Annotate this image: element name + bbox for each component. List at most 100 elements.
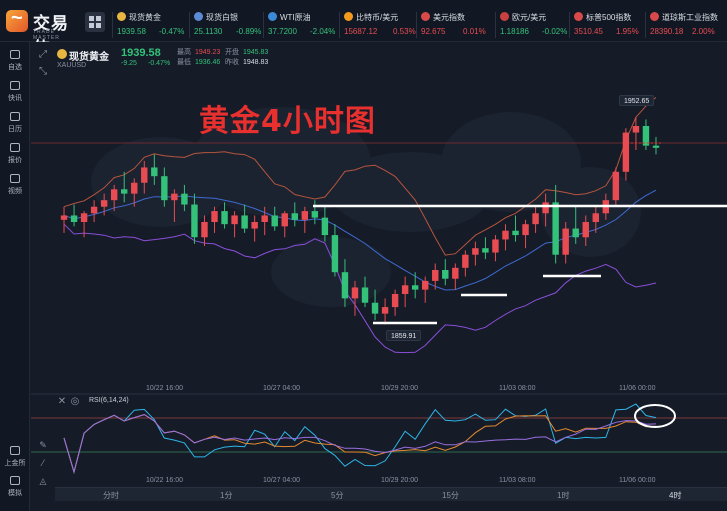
quote-name: 比特币/美元 (356, 13, 399, 22)
timeframe-option[interactable]: 15分 (442, 490, 459, 501)
sidebar-item[interactable]: 视频 (0, 174, 30, 202)
candle-body (652, 145, 660, 148)
sidebar-item[interactable]: 快讯 (0, 81, 30, 109)
quote-change: 0.53% (393, 27, 416, 36)
candle-body (261, 215, 268, 222)
x-tick-5: 11/06 00:00 (619, 385, 656, 392)
sidebar-item[interactable]: 日历 (0, 112, 30, 140)
candle-body (411, 285, 419, 290)
sidebar-bottom-item[interactable]: 上金所 (0, 446, 30, 474)
symbol-price: 1939.58 (121, 47, 161, 59)
brand-subtitle: TRADE MASTER (33, 29, 60, 41)
price-chart-svg[interactable] (31, 42, 727, 511)
expand-icon[interactable]: ⤡ (37, 66, 49, 78)
quote-name: 美元指数 (433, 13, 465, 22)
candle-body (562, 228, 569, 255)
logo-mark-icon (6, 7, 28, 32)
apps-grid-button[interactable] (85, 12, 105, 32)
quote-price: 1.18186 (500, 27, 529, 36)
quote-change: 2.00% (692, 27, 715, 36)
quote-price: 37.7200 (268, 27, 297, 36)
app-logo[interactable]: 交易侠 TRADE MASTER (6, 7, 78, 58)
candle-body (432, 270, 439, 281)
sidebar-item-label: 模拟 (8, 490, 22, 497)
candle-body (121, 189, 128, 194)
candle-body (492, 239, 499, 253)
candle-body (141, 167, 148, 183)
candle-body (622, 132, 630, 172)
quote-flag-icon (574, 12, 583, 21)
left-sidebar: 自选快讯日历报价视频上金所模拟 (0, 42, 30, 511)
top-header: 交易侠 TRADE MASTER 现货黄金 1939.58 -0.47% 现货白银 25… (0, 0, 727, 58)
timeframe-option[interactable]: 1时 (557, 490, 569, 501)
rsi-x-tick-2: 10/27 04:00 (263, 477, 300, 484)
quote-separator (645, 12, 646, 38)
line-tool-icon[interactable]: ⁄ (37, 458, 49, 470)
candle-body (381, 307, 389, 314)
grid-icon-cell (89, 23, 94, 28)
quote-change: -0.02% (542, 27, 568, 36)
candle-body (542, 202, 549, 214)
candle-body (100, 200, 108, 207)
quote-separator (263, 12, 264, 38)
quote-change: -0.47% (159, 27, 185, 36)
candle-body (301, 211, 309, 220)
symbol-name: 现货黄金 (69, 52, 109, 63)
candle-body (512, 230, 519, 236)
timeframe-option[interactable]: 1分 (220, 490, 232, 501)
candle-body (371, 302, 379, 314)
star-icon (10, 50, 20, 59)
candle-body (291, 213, 298, 220)
quote-separator (112, 12, 113, 38)
quote-name: 现货白银 (206, 13, 238, 22)
candle-body (612, 171, 620, 201)
candle-body (331, 235, 339, 273)
quote-flag-icon (344, 12, 353, 21)
quote-change: 0.01% (463, 27, 486, 36)
rsi-x-tick-1: 10/22 16:00 (146, 477, 183, 484)
indicator-settings-icon[interactable]: ◎ (69, 396, 81, 408)
timeframe-option[interactable]: 5分 (331, 490, 343, 501)
high-price-marker: 1952.65 (619, 95, 655, 106)
sidebar-item-label: 视频 (8, 188, 22, 195)
low-price-marker: 1859.91 (386, 330, 422, 341)
candle-body (221, 211, 228, 225)
stat-open: 开盘 1945.83 (225, 47, 268, 57)
rsi-14-line (63, 414, 657, 474)
crosshair-icon[interactable]: ⤢ (37, 49, 49, 61)
pencil-tool-icon[interactable]: ✎ (37, 440, 49, 452)
quote-change: 1.95% (616, 27, 639, 36)
candle-body (522, 224, 529, 236)
rsi-x-tick-3: 10/29 20:00 (381, 477, 418, 484)
stat-prev-close: 昨收 1948.83 (225, 57, 268, 67)
stat-high-label: 最高 (177, 49, 191, 56)
timeframe-option[interactable]: 分时 (103, 490, 119, 501)
candle-body (582, 222, 589, 238)
candle-body (572, 228, 579, 238)
close-indicator-icon[interactable]: ✕ (56, 396, 68, 408)
stat-low: 最低 1936.46 (177, 57, 220, 67)
sidebar-item-label: 报价 (8, 157, 22, 164)
sidebar-bottom-item[interactable]: 模拟 (0, 476, 30, 504)
candle-body (361, 287, 369, 303)
timeframe-option[interactable]: 4时 (669, 490, 681, 501)
sidebar-item[interactable]: 报价 (0, 143, 30, 171)
simulate-icon (10, 476, 20, 485)
candle-body (60, 215, 68, 220)
sidebar-item[interactable]: 自选 (0, 50, 30, 78)
chart-area[interactable]: ⤢ ⤡ 现货黄金 XAUUSD 1939.58 -9.25 -0.47% 最高 1… (31, 42, 727, 511)
candle-body (592, 213, 599, 222)
candle-body (281, 213, 288, 227)
candle-body (131, 182, 138, 194)
quote-flag-icon (194, 12, 203, 21)
rsi-x-tick-5: 11/06 00:00 (619, 477, 656, 484)
quote-flag-icon (500, 12, 509, 21)
quote-separator (189, 12, 190, 38)
grid-icon-cell (96, 16, 101, 21)
candle-body (201, 222, 208, 238)
x-tick-3: 10/29 20:00 (381, 385, 418, 392)
timeframe-bar: 分时 1分 5分 15分 1时 4时 (55, 487, 727, 501)
quote-separator (495, 12, 496, 38)
candle-body (251, 222, 258, 229)
shape-tool-icon[interactable]: ◬ (37, 476, 49, 488)
